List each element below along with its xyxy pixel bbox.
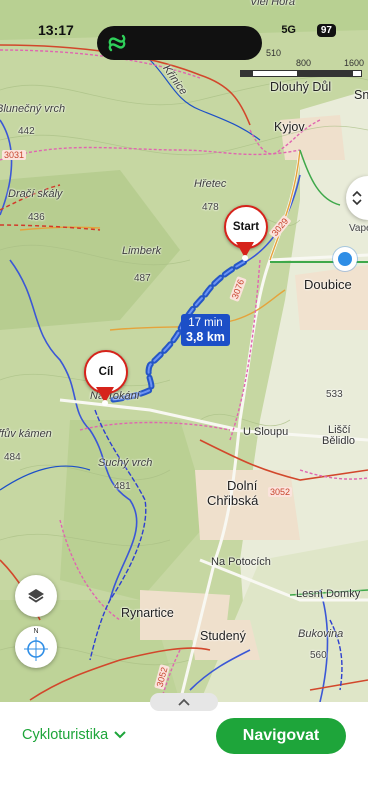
label-na-potocich: Na Potocích: [211, 556, 271, 568]
map-view[interactable]: Viel Hora Dlouhý Důl Sn Kyjov Blunečný vrch 4…: [0, 0, 368, 702]
label-studeny: Studený: [200, 629, 246, 643]
compass-icon: [24, 637, 48, 661]
label-doubice: Doubice: [304, 277, 352, 292]
chevron-up-icon: [178, 698, 190, 706]
dynamic-island: [97, 26, 262, 60]
chevron-down-icon: [114, 731, 126, 739]
compass-north-label: N: [33, 628, 39, 635]
label-436: 436: [28, 212, 45, 223]
scale-tick-2: 800: [296, 58, 312, 68]
scale-tick-1: 510: [266, 48, 282, 58]
swap-arrows-icon: [352, 190, 362, 206]
label-chribska: Chřibská: [207, 493, 259, 508]
label-lisci-belidlo-2: Bělidlo: [322, 435, 356, 447]
label-sn: Sn: [354, 88, 368, 102]
label-560: 560: [310, 650, 327, 661]
label-hretec: Hřetec: [194, 178, 227, 190]
status-time: 13:17: [38, 22, 74, 38]
start-pin[interactable]: Start: [224, 205, 268, 261]
label-484: 484: [4, 452, 21, 463]
routing-profile-selector[interactable]: Cykloturistika: [22, 727, 126, 743]
label-u-sloupu: U Sloupu: [243, 426, 289, 438]
label-blunecny-vrch: Blunečný vrch: [0, 103, 66, 115]
layers-icon: [28, 589, 44, 603]
label-481: 481: [114, 481, 131, 492]
label-kyjov: Kyjov: [274, 120, 305, 134]
bottom-panel: Cykloturistika Navigovat: [0, 693, 368, 800]
label-bukovina: Bukovina: [298, 628, 344, 640]
label-viel-hora: Viel Hora: [250, 0, 296, 8]
label-vape: Vape: [349, 223, 368, 234]
panel-expand-handle[interactable]: [150, 693, 218, 711]
label-rynartice: Rynartice: [121, 606, 174, 620]
route-duration: 17 min: [188, 317, 223, 329]
label-dlouhy-dul: Dlouhý Důl: [270, 80, 332, 94]
navigate-button[interactable]: Navigovat: [216, 718, 346, 754]
label-suchy-vrch: Suchý vrch: [98, 457, 153, 469]
label-3052: 3052: [268, 487, 293, 497]
route-summary-badge[interactable]: 17 min 3,8 km: [181, 314, 230, 346]
network-indicator: 5G: [281, 24, 296, 36]
label-draci-skaly: Dračí skály: [8, 188, 63, 200]
label-limberk: Limberk: [122, 245, 162, 257]
scale-tick-3: 1600: [344, 58, 365, 68]
status-bar: 13:17 5G 97: [0, 14, 368, 60]
label-487: 487: [134, 273, 151, 284]
battery-indicator: 97: [316, 24, 336, 37]
label-lesni-domky: Lesní Domky: [296, 588, 361, 600]
app-logo-icon: [108, 34, 126, 52]
route-distance: 3,8 km: [186, 330, 225, 344]
routing-profile-label: Cykloturistika: [22, 727, 109, 743]
scale-bar: 0 510 800 1600: [240, 48, 368, 78]
label-478: 478: [202, 202, 219, 213]
label-442: 442: [18, 126, 35, 137]
end-pin[interactable]: Cíl: [84, 350, 128, 406]
label-dolni: Dolní: [227, 478, 258, 493]
layers-button[interactable]: [15, 575, 57, 617]
compass-button[interactable]: N: [15, 626, 57, 668]
label-ruv-kamen: ffův kámen: [0, 428, 52, 440]
label-3031: 3031: [2, 150, 27, 160]
label-533: 533: [326, 389, 343, 400]
current-location-marker: [333, 247, 357, 271]
